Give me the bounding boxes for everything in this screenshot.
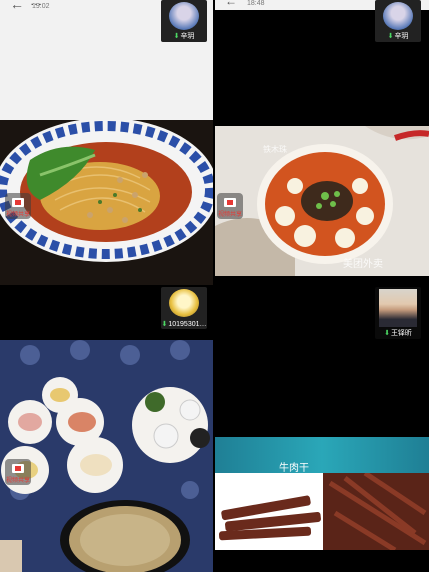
back-arrow-icon: ← [10, 0, 24, 12]
video-grid: ← … 19:02 ⬇辛玥 视频共享 ← 18:48 铁木珠 美团外卖 ⬇辛玥 … [0, 0, 429, 572]
participant-name: 10195301… [168, 321, 207, 328]
participant-name: 辛玥 [394, 33, 409, 40]
video-share-badge: 视频共享 [5, 193, 31, 219]
participant-avatar[interactable]: ⬇辛玥 [375, 0, 421, 42]
participant-avatar[interactable]: ⬇王铎昕 [375, 287, 421, 339]
mic-icon: ⬇ [161, 321, 168, 328]
timestamp: 19:02 [32, 3, 50, 10]
participant-avatar[interactable]: ⬇10195301… [161, 287, 207, 329]
video-tile-4[interactable]: 牛肉干 ⬇王铎昕 [215, 287, 429, 572]
avatar [169, 289, 199, 317]
watermark: 美团外卖 [343, 257, 383, 270]
timestamp: 18:48 [247, 0, 265, 7]
svg-text:铁木珠: 铁木珠 [263, 144, 287, 154]
tofu-pudding-image: 铁木珠 美团外卖 [215, 126, 429, 276]
camera-icon [12, 198, 24, 207]
video-tile-3[interactable]: ⬇10195301… 视频共享 [0, 287, 213, 572]
mic-icon: ⬇ [173, 33, 180, 40]
participant-avatar[interactable]: ⬇辛玥 [161, 0, 207, 42]
video-tile-1[interactable]: ← … 19:02 ⬇辛玥 视频共享 [0, 0, 213, 285]
video-share-badge: 视频共享 [5, 459, 31, 485]
table-dishes-image [0, 340, 213, 572]
mic-icon: ⬇ [384, 330, 390, 337]
avatar [169, 2, 199, 30]
avatar [379, 289, 417, 327]
video-share-badge: 视频共享 [217, 193, 243, 219]
back-arrow-icon: ← [225, 0, 237, 8]
slide-caption: 牛肉干 [279, 463, 309, 474]
beef-jerky-image [215, 473, 429, 550]
shared-slide: 牛肉干 [215, 437, 429, 550]
video-tile-2[interactable]: ← 18:48 铁木珠 美团外卖 ⬇辛玥 视频共享 [215, 0, 429, 285]
noodle-bowl-image [0, 120, 213, 285]
avatar [383, 2, 413, 30]
participant-name: 辛玥 [180, 33, 195, 40]
participant-name: 王铎昕 [390, 330, 412, 337]
mic-icon: ⬇ [387, 33, 394, 40]
camera-icon [12, 464, 24, 473]
camera-icon [224, 198, 236, 207]
